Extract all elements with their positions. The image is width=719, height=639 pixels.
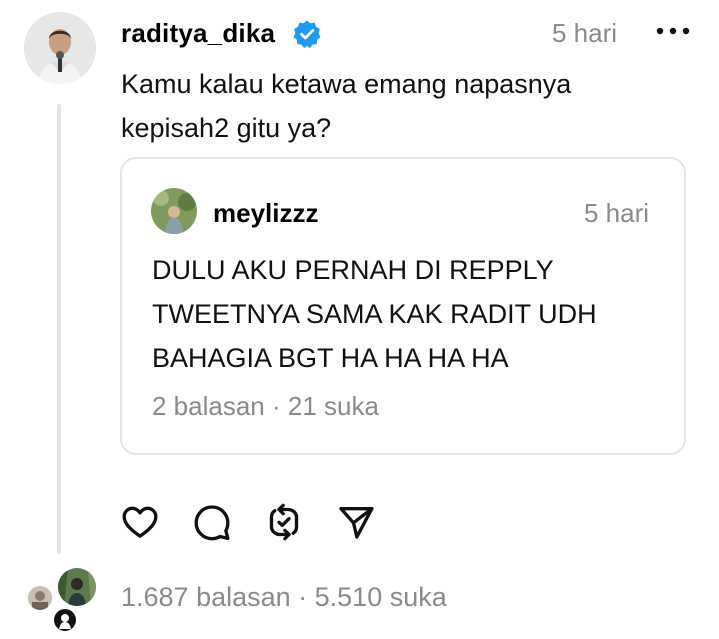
quote-text-line: DULU AKU PERNAH DI REPPLY bbox=[152, 255, 554, 285]
author-username[interactable]: raditya_dika bbox=[121, 18, 275, 49]
quote-text: DULU AKU PERNAH DI REPPLY TWEETNYA SAMA … bbox=[152, 248, 662, 380]
replier-avatar bbox=[26, 584, 54, 612]
like-button[interactable] bbox=[118, 500, 162, 544]
quote-text-line: TWEETNYA SAMA KAK RADIT UDH bbox=[152, 299, 597, 329]
post-text-line: Kamu kalau ketawa emang napasnya bbox=[121, 69, 572, 99]
quote-timestamp: 5 hari bbox=[584, 198, 650, 228]
verified-badge-icon bbox=[292, 19, 322, 49]
quote-author-avatar[interactable] bbox=[151, 188, 197, 234]
repost-button[interactable] bbox=[262, 500, 306, 544]
comment-icon bbox=[194, 505, 230, 541]
heart-icon bbox=[122, 506, 158, 538]
quote-text-line: BAHAGIA BGT HA HA HA HA bbox=[152, 343, 509, 373]
share-button[interactable] bbox=[334, 500, 378, 544]
thread-line bbox=[57, 104, 61, 554]
more-options-icon[interactable] bbox=[655, 18, 691, 44]
replier-avatar bbox=[52, 607, 78, 633]
post-text-line: kepisah2 gitu ya? bbox=[121, 113, 332, 143]
post-timestamp: 5 hari bbox=[552, 18, 618, 48]
author-avatar[interactable] bbox=[24, 12, 96, 84]
post-stats[interactable]: 1.687 balasan · 5.510 suka bbox=[121, 582, 447, 613]
repost-icon bbox=[269, 503, 299, 541]
quote-author-username[interactable]: meylizzz bbox=[213, 198, 319, 229]
reply-button[interactable] bbox=[190, 500, 234, 544]
post-text: Kamu kalau ketawa emang napasnya kepisah… bbox=[121, 62, 661, 150]
replier-avatar bbox=[56, 566, 98, 608]
send-icon bbox=[339, 507, 374, 539]
quote-stats[interactable]: 2 balasan · 21 suka bbox=[152, 391, 379, 422]
